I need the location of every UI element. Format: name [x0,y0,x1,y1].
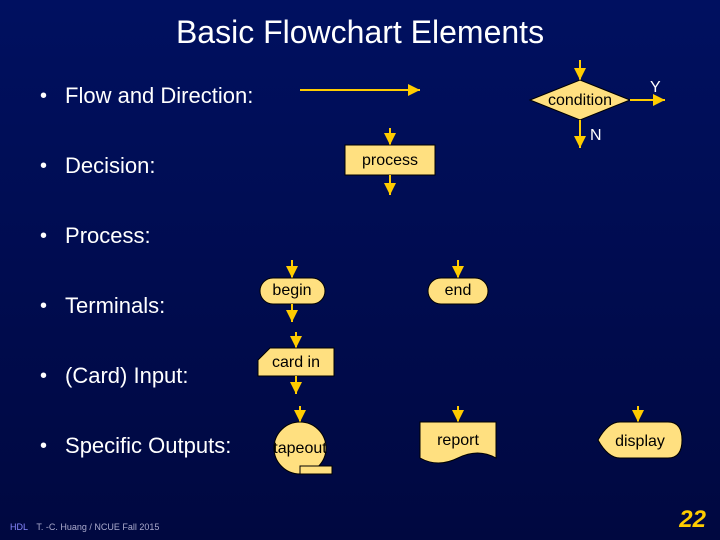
footer-credit: T. -C. Huang / NCUE Fall 2015 [36,522,159,532]
item-process: Process: [65,223,151,249]
item-decision: Decision: [65,153,155,179]
item-terminals: Terminals: [65,293,165,319]
item-specific-outputs: Specific Outputs: [65,433,231,459]
item-flow-direction: Flow and Direction: [65,83,253,109]
bullet-list: •Flow and Direction: •Decision: •Process… [0,51,720,467]
footer: HDL T. -C. Huang / NCUE Fall 2015 [10,522,159,532]
slide-title: Basic Flowchart Elements [0,0,720,51]
page-number: 22 [679,506,706,534]
item-card-input: (Card) Input: [65,363,189,389]
footer-hdl: HDL [10,522,28,532]
